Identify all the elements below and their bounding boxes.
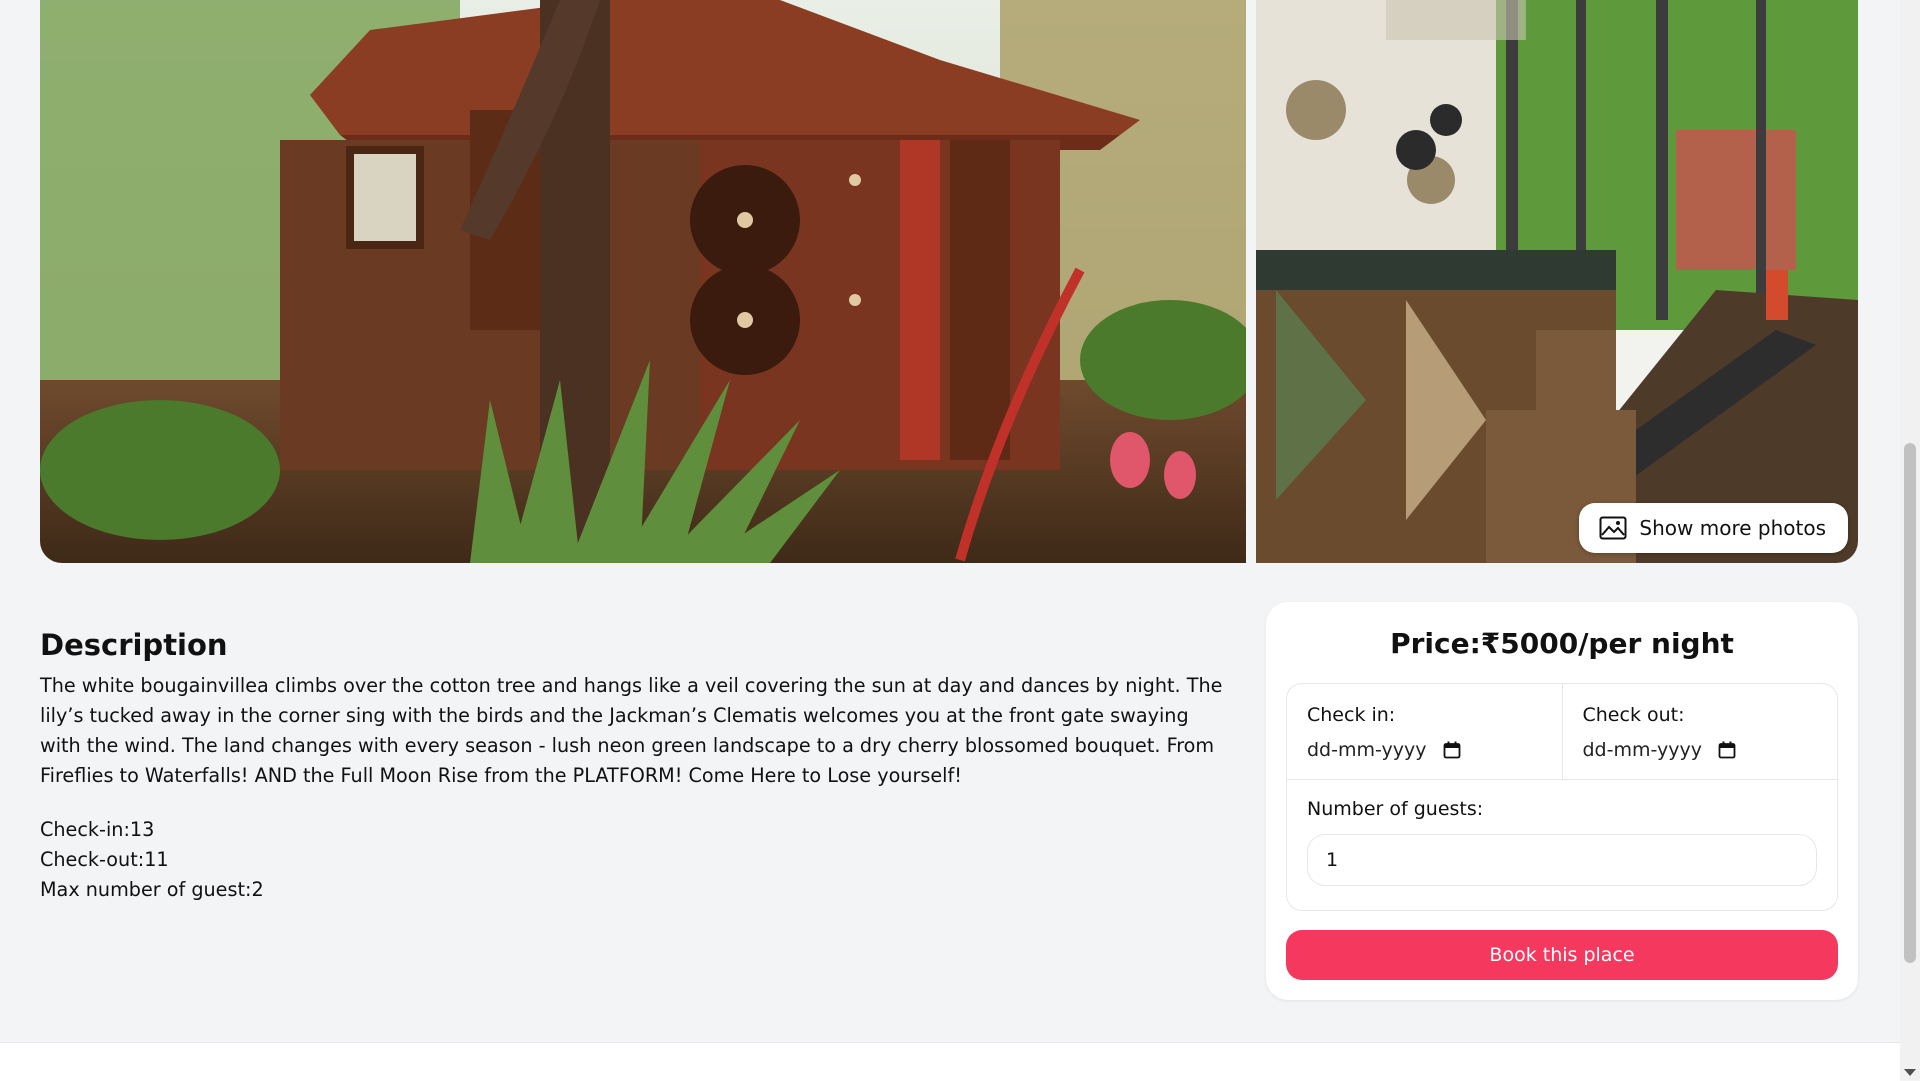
check-out-date-input[interactable]: dd-mm-yyyy [1583,734,1818,766]
page-scrollbar[interactable] [1900,0,1920,1080]
check-in-placeholder: dd-mm-yyyy [1307,739,1427,761]
price-per-night: Price:₹5000/per night [1390,627,1734,660]
check-in-date-input[interactable]: dd-mm-yyyy [1307,734,1542,766]
guests-label: Number of guests: [1307,798,1484,820]
stay-facts: Check-in:13 Check-out:11 Max number of g… [40,815,1230,905]
book-this-place-button[interactable]: Book this place [1286,930,1838,980]
booking-fields: Check in: dd-mm-yyyy Check out: dd-mm-yy… [1286,683,1838,911]
max-guests: Max number of guest:2 [40,878,264,901]
photo-gallery: Show more photos [40,0,1858,563]
side-photo-kitchen[interactable]: Show more photos [1256,0,1858,563]
kitchen-photo-image [1256,0,1858,563]
cottage-photo-image [40,0,1246,563]
photo-icon [1599,516,1627,540]
description-title: Description [40,628,228,662]
show-more-photos-label: Show more photos [1639,516,1826,540]
check-out-placeholder: dd-mm-yyyy [1582,739,1703,761]
show-more-photos-button[interactable]: Show more photos [1579,503,1848,553]
calendar-icon[interactable] [1443,741,1461,759]
check-out-label: Check out: [1582,704,1685,726]
description-section: Description The white bougainvillea clim… [40,623,1230,905]
calendar-icon[interactable] [1718,741,1736,759]
guests-field: Number of guests: [1287,780,1837,886]
scrollbar-thumb[interactable] [1904,443,1916,963]
description-text: The white bougainvillea climbs over the … [40,674,1223,787]
footer-strip [0,1042,1900,1081]
scroll-down-arrow-icon[interactable] [1904,1069,1916,1076]
booking-widget: Price:₹5000/per night Check in: dd-mm-yy… [1266,602,1858,1000]
check-in-field: Check in: dd-mm-yyyy [1287,684,1562,779]
date-fields: Check in: dd-mm-yyyy Check out: dd-mm-yy… [1287,684,1837,780]
check-out-field: Check out: dd-mm-yyyy [1561,684,1838,779]
main-photo-cottage[interactable] [40,0,1246,563]
check-out-time: Check-out:11 [40,848,169,871]
check-in-label: Check in: [1307,704,1396,726]
guests-input[interactable] [1307,834,1817,886]
check-in-time: Check-in:13 [40,818,155,841]
